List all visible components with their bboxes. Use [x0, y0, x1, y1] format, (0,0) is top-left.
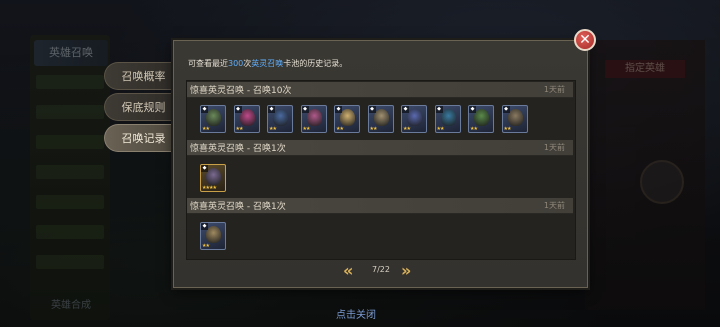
star-rating: ★★ [503, 126, 512, 132]
hero-card[interactable]: ◆ ★★ [401, 105, 427, 133]
hero-card[interactable]: ◆ ★★ [501, 105, 528, 133]
record-time: 1天前 [543, 85, 565, 94]
hero-portrait [340, 109, 355, 126]
class-icon: ◆ [301, 106, 309, 113]
record-header: 惊喜英灵召唤 - 召唤1次 1天前 [187, 140, 573, 156]
class-icon: ◆ [201, 165, 208, 172]
hero-card[interactable]: ◆ ★★ [267, 105, 293, 133]
star-rating: ★★★★ [202, 185, 217, 191]
star-rating: ★★ [235, 126, 244, 132]
hero-portrait [206, 109, 221, 126]
hero-card[interactable]: ◆ ★★ [334, 105, 360, 133]
star-rating: ★★ [436, 126, 445, 132]
hero-portrait [273, 109, 288, 126]
star-rating: ★★ [302, 126, 311, 132]
hero-card[interactable]: ◆ ★★ [367, 105, 394, 133]
hero-card[interactable]: ◆ ★★ [434, 105, 461, 133]
hero-portrait [474, 109, 489, 126]
page-indicator: 7/22 [372, 265, 390, 274]
class-icon: ◆ [502, 106, 510, 113]
tab-summon-rate[interactable]: 召唤概率 [104, 62, 182, 90]
record-title: 惊喜英灵召唤 - 召唤10次 [190, 86, 292, 96]
record-time: 1天前 [543, 143, 565, 152]
hero-portrait [206, 226, 221, 243]
class-icon: ◆ [469, 106, 476, 113]
tab-summon-history[interactable]: 召唤记录 [104, 124, 182, 152]
class-icon: ◆ [435, 106, 443, 113]
class-icon: ◆ [201, 223, 208, 230]
prev-page-button[interactable]: « [343, 261, 353, 280]
star-rating: ★★ [202, 243, 210, 249]
hero-card[interactable]: ◆ ★★ [300, 105, 327, 133]
hero-portrait [407, 109, 422, 126]
double-chevron-right-icon: » [401, 261, 412, 280]
star-rating: ★★ [470, 126, 478, 132]
record-title: 惊喜英灵召唤 - 召唤1次 [190, 202, 286, 212]
class-icon: ◆ [268, 106, 275, 113]
tap-to-close-text[interactable]: 点击关闭 [336, 306, 376, 321]
close-icon: ✕ [579, 32, 591, 48]
record-header: 惊喜英灵召唤 - 召唤10次 1天前 [187, 82, 573, 98]
hero-card[interactable]: ◆ ★★ [200, 222, 226, 250]
class-icon: ◆ [368, 106, 376, 113]
close-button[interactable]: ✕ [574, 29, 596, 51]
record-title: 惊喜英灵召唤 - 召唤1次 [190, 144, 286, 154]
hero-portrait [440, 109, 456, 126]
star-rating: ★★ [369, 126, 378, 132]
hero-portrait [507, 109, 523, 126]
hero-portrait [239, 109, 255, 126]
star-rating: ★★ [336, 126, 344, 132]
hero-card[interactable]: ◆ ★★★★ [200, 164, 226, 192]
hero-card[interactable]: ◆ ★★ [200, 105, 226, 133]
next-page-button[interactable]: » [401, 261, 411, 280]
star-rating: ★★ [269, 126, 277, 132]
record-time: 1天前 [543, 201, 565, 210]
class-icon: ◆ [201, 106, 208, 113]
history-notice: 可查看最近300次英灵召唤卡池的历史记录。 [188, 59, 348, 68]
star-rating: ★★ [403, 126, 411, 132]
double-chevron-left-icon: « [343, 261, 354, 280]
hero-card[interactable]: ◆ ★★ [233, 105, 260, 133]
hero-card[interactable]: ◆ ★★ [468, 105, 494, 133]
class-icon: ◆ [402, 106, 409, 113]
hero-portrait [373, 109, 389, 126]
class-icon: ◆ [335, 106, 342, 113]
star-rating: ★★ [202, 126, 210, 132]
hero-portrait [306, 109, 322, 126]
record-header: 惊喜英灵召唤 - 召唤1次 1天前 [187, 198, 573, 214]
class-icon: ◆ [234, 106, 242, 113]
tab-pity-rules[interactable]: 保底规则 [104, 93, 182, 121]
hero-portrait [206, 168, 221, 185]
